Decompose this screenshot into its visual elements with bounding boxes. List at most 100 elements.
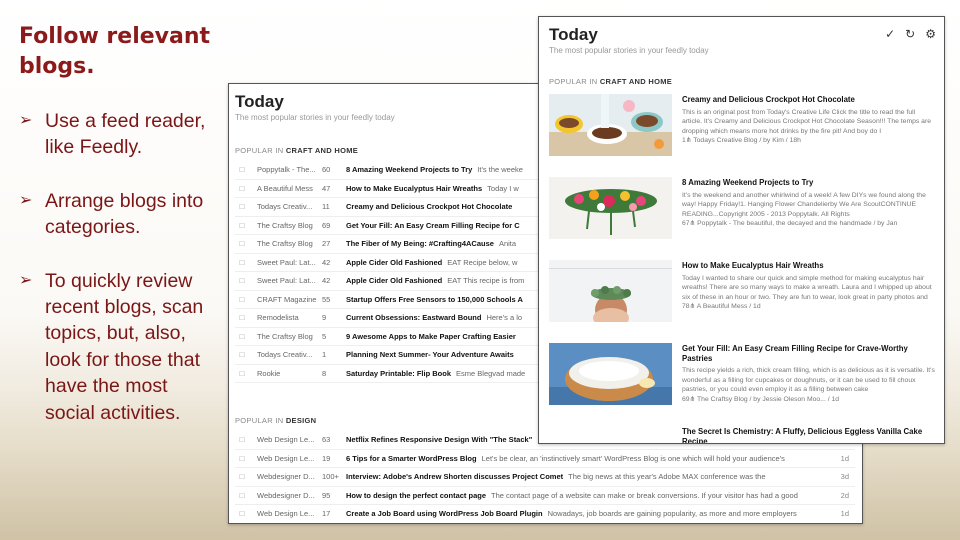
article-title[interactable]: Apple Cider Old Fashioned (346, 276, 442, 285)
bookmark-icon[interactable]: □ (235, 509, 249, 518)
article-age: 3d (840, 472, 849, 482)
article-card[interactable]: Creamy and Delicious Crockpot Hot Chocol… (549, 94, 939, 177)
list-item[interactable]: □ Web Design Le... 17 Create a Job Board us… (235, 505, 855, 523)
bookmark-icon[interactable]: □ (235, 221, 249, 230)
article-title[interactable]: Creamy and Delicious Crockpot Hot Chocol… (346, 202, 512, 211)
feed-source: Web Design Le... (257, 435, 315, 445)
article-title[interactable]: Current Obsessions: Eastward Bound (346, 313, 481, 322)
engagement-count: 100+ (322, 472, 339, 482)
article-card[interactable]: Get Your Fill: An Easy Cream Filling Rec… (549, 343, 939, 426)
article-snippet: The big news at this year's Adobe MAX co… (568, 472, 766, 482)
list-item[interactable]: □ Webdesigner D... 100+ Interview: Adobe's … (235, 468, 855, 487)
article-title[interactable]: Get Your Fill: An Easy Cream Filling Rec… (346, 221, 520, 230)
article-card[interactable]: 8 Amazing Weekend Projects to Try It's t… (549, 177, 939, 260)
article-title[interactable]: Saturday Printable: Flip Book (346, 369, 451, 378)
bookmark-icon[interactable]: □ (235, 184, 249, 193)
bookmark-icon[interactable]: □ (235, 258, 249, 267)
section-prefix: POPULAR IN (549, 77, 598, 86)
engagement-count: 55 (322, 294, 331, 304)
list-item[interactable]: □ Web Design Le... 19 6 Tips for a Smarter … (235, 450, 855, 468)
engagement-count: 5 (322, 331, 327, 341)
feed-source: Poppytalk - The... (257, 165, 316, 175)
bookmark-icon[interactable]: □ (235, 369, 249, 378)
feedly-magazine-screenshot: ✓ ↻ ⚙ Today The most popular stories in … (538, 16, 945, 444)
feed-source: A Beautiful Mess (257, 183, 313, 193)
article-snippet: The contact page of a website can make o… (491, 490, 798, 500)
bullet-item: ➢ Use a feed reader, like Feedly. (19, 108, 219, 161)
engagement-count: 63 (322, 435, 331, 445)
article-snippet: It's the weekend and another whirlwind o… (682, 191, 926, 218)
feed-source: Todays Creativ... (257, 202, 313, 212)
section-name: CRAFT AND HOME (285, 146, 359, 155)
bookmark-icon[interactable]: □ (235, 350, 249, 359)
article-snippet: This recipe yields a rich, thick cream f… (682, 367, 935, 393)
article-card[interactable]: How to Make Eucalyptus Hair Wreaths Toda… (549, 260, 939, 343)
article-title[interactable]: Netflix Refines Responsive Design With "… (346, 435, 532, 444)
section-prefix: POPULAR IN (235, 416, 284, 425)
feed-source: Sweet Paul: Lat... (257, 257, 316, 267)
feed-source: Todays Creativ... (257, 350, 313, 360)
bullet-list: ➢ Use a feed reader, like Feedly. ➢ Arrang… (19, 108, 219, 453)
engagement-count: 69 (322, 220, 331, 230)
bookmark-icon[interactable]: □ (235, 202, 249, 211)
article-title[interactable]: 8 Amazing Weekend Projects to Try (346, 165, 472, 174)
slide-title: Follow relevant blogs. (19, 24, 211, 79)
arrow-bullet-icon: ➢ (19, 191, 33, 209)
section-heading-craft: POPULAR IN CRAFT AND HOME (549, 77, 939, 86)
article-snippet: Nowadays, job boards are gaining popular… (547, 509, 797, 519)
article-title[interactable]: The Secret Is Chemistry: A Fluffy, Delic… (682, 427, 936, 443)
article-title[interactable]: The Fiber of My Being: #Crafting4ACause (346, 239, 494, 248)
article-title[interactable]: Planning Next Summer- Your Adventure Awa… (346, 350, 514, 359)
bookmark-icon[interactable]: □ (235, 165, 249, 174)
article-title[interactable]: Get Your Fill: An Easy Cream Filling Rec… (682, 344, 936, 363)
bullet-text: Arrange blogs into categories. (45, 189, 204, 239)
article-title[interactable]: 8 Amazing Weekend Projects to Try (682, 178, 936, 188)
feed-source: CRAFT Magazine (257, 294, 317, 304)
article-meta: 78⋔ A Beautiful Mess / 1d (682, 303, 761, 310)
engagement-count: 42 (322, 276, 331, 286)
bookmark-icon[interactable]: □ (235, 276, 249, 285)
feed-source: Web Design Le... (257, 453, 315, 463)
bullet-item: ➢ To quickly review recent blogs, scan to… (19, 268, 219, 426)
article-title[interactable]: Creamy and Delicious Crockpot Hot Chocol… (682, 95, 936, 105)
bookmark-icon[interactable]: □ (235, 332, 249, 341)
article-title[interactable]: Interview: Adobe's Andrew Shorten discus… (346, 472, 563, 481)
hot-chocolate-image (549, 94, 672, 156)
arrow-bullet-icon: ➢ (19, 271, 33, 289)
bookmark-icon[interactable]: □ (235, 435, 249, 444)
bookmark-icon[interactable]: □ (235, 313, 249, 322)
engagement-count: 42 (322, 257, 331, 267)
arrow-bullet-icon: ➢ (19, 112, 33, 129)
engagement-count: 95 (322, 490, 331, 500)
article-meta: 67⋔ Poppytalk - The beautiful, the decay… (682, 220, 898, 227)
feed-source: The Craftsy Blog (257, 220, 313, 230)
engagement-count: 8 (322, 368, 327, 378)
flower-chandelier-image (549, 177, 672, 239)
article-title[interactable]: How to Make Eucalyptus Hair Wreaths (346, 184, 482, 193)
article-title[interactable]: Create a Job Board using WordPress Job B… (346, 509, 543, 518)
article-title[interactable]: Apple Cider Old Fashioned (346, 258, 442, 267)
article-age: 1d (840, 453, 849, 463)
list-item[interactable]: □ Webdesigner D... 95 How to design the per… (235, 487, 855, 505)
bookmark-icon[interactable]: □ (235, 454, 249, 463)
article-title[interactable]: How to design the perfect contact page (346, 491, 486, 500)
section-name: CRAFT AND HOME (599, 77, 673, 86)
engagement-count: 1 (322, 350, 327, 360)
article-title[interactable]: 9 Awesome Apps to Make Paper Crafting Ea… (346, 332, 516, 341)
bookmark-icon[interactable]: □ (235, 491, 249, 500)
article-title[interactable]: 6 Tips for a Smarter WordPress Blog (346, 454, 477, 463)
bookmark-icon[interactable]: □ (235, 472, 249, 481)
section-name: DESIGN (285, 416, 317, 425)
article-title[interactable]: Startup Offers Free Sensors to 150,000 S… (346, 295, 523, 304)
engagement-count: 47 (322, 183, 331, 193)
article-card[interactable]: The Secret Is Chemistry: A Fluffy, Delic… (549, 426, 939, 443)
engagement-count: 60 (322, 165, 331, 175)
design-list: □ Web Design Le... 63 Netflix Refines Respo… (235, 431, 855, 523)
article-meta: 69⋔ The Craftsy Blog / by Jessie Oleson … (682, 395, 840, 403)
bookmark-icon[interactable]: □ (235, 239, 249, 248)
article-age: 2d (840, 490, 849, 500)
engagement-count: 27 (322, 239, 331, 249)
bullet-item: ➢ Arrange blogs into categories. (19, 188, 219, 241)
article-title[interactable]: How to Make Eucalyptus Hair Wreaths (682, 261, 936, 271)
bookmark-icon[interactable]: □ (235, 295, 249, 304)
